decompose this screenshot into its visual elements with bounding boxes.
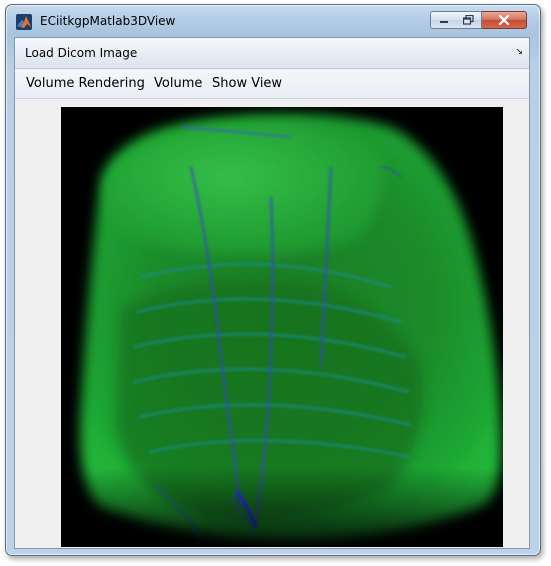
menu-volume-rendering[interactable]: Volume Rendering — [26, 76, 145, 91]
minimize-button[interactable] — [430, 11, 457, 29]
menu-load-dicom-image[interactable]: Load Dicom Image — [25, 46, 137, 60]
title-bar[interactable]: ECiitkgpMatlab3DView — [6, 5, 540, 35]
minimize-icon — [439, 21, 448, 23]
tool-bar: Volume Rendering Volume Show View — [15, 70, 529, 99]
menu-bar: Load Dicom Image ↘ — [15, 38, 529, 69]
app-window: ECiitkgpMatlab3DView Load Dicom Image ↘ … — [5, 4, 541, 556]
close-button[interactable] — [482, 11, 527, 29]
maximize-icon — [463, 15, 474, 25]
chevron-menu-icon[interactable]: ↘ — [515, 47, 523, 57]
main-panel: Load Dicom Image ↘ Volume Rendering Volu… — [14, 37, 530, 549]
menu-show-view[interactable]: Show View — [212, 76, 282, 91]
window-title: ECiitkgpMatlab3DView — [40, 14, 176, 28]
volume-rendered-chest-ct — [61, 107, 503, 547]
matlab-icon — [16, 14, 32, 30]
menu-volume[interactable]: Volume — [154, 76, 202, 91]
maximize-button[interactable] — [456, 11, 482, 29]
volume-render-view[interactable] — [61, 107, 503, 547]
close-icon — [498, 15, 510, 25]
